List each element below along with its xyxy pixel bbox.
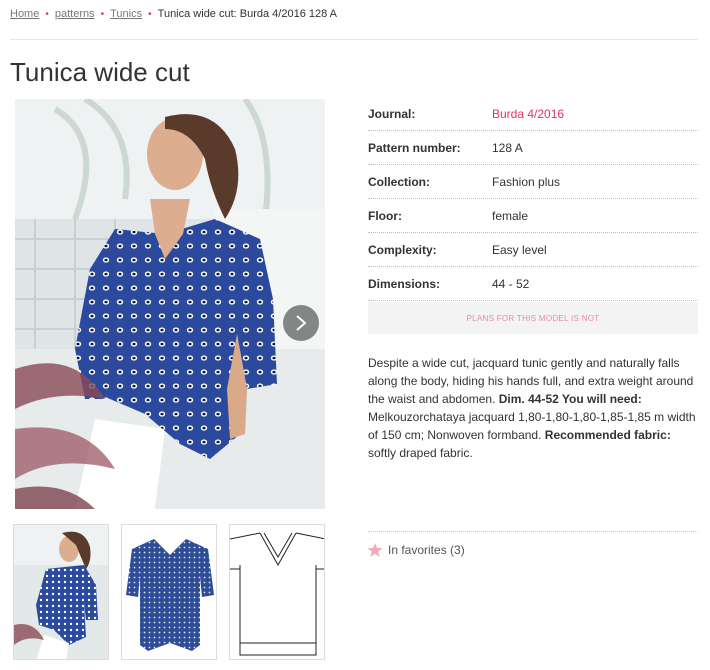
description-fabric-label: Recommended fabric: <box>544 428 671 442</box>
journal-label: Journal: <box>368 106 416 121</box>
floor-label: Floor: <box>368 208 402 223</box>
breadcrumb-separator: • <box>100 9 105 20</box>
floor-value: female <box>492 208 529 223</box>
info-row-collection: Collection: Fashion plus <box>368 165 698 199</box>
thumbnail-garment[interactable] <box>121 524 217 660</box>
main-product-image[interactable] <box>15 99 325 509</box>
thumbnail-model-image <box>14 525 108 659</box>
pattern-number-value: 128 A <box>492 140 523 155</box>
breadcrumb: Home • patterns • Tunics • Tunica wide cut: Bu… <box>10 8 337 20</box>
thumbnail-technical-drawing[interactable] <box>229 524 325 660</box>
thumbnail-drawing-image <box>230 525 324 659</box>
thumbnail-garment-image <box>122 525 216 659</box>
star-icon <box>367 543 383 557</box>
dimensions-value: 44 - 52 <box>492 276 530 291</box>
plans-notice: PLANS FOR THIS MODEL IS NOT <box>368 302 698 334</box>
pattern-number-label: Pattern number: <box>368 140 461 155</box>
next-image-arrow[interactable] <box>283 305 319 341</box>
description-need-label: Dim. 44-52 You will need: <box>498 392 642 406</box>
dimensions-label: Dimensions: <box>368 276 441 291</box>
header-divider <box>10 39 698 40</box>
complexity-label: Complexity: <box>368 242 437 257</box>
info-row-journal: Journal: Burda 4/2016 <box>368 97 698 131</box>
model-photo <box>15 99 325 509</box>
breadcrumb-link-tunics[interactable]: Tunics <box>110 8 142 20</box>
breadcrumb-link-patterns[interactable]: patterns <box>55 8 95 20</box>
collection-label: Collection: <box>368 174 430 189</box>
breadcrumb-separator: • <box>148 9 152 20</box>
favorites-divider <box>368 531 698 532</box>
favorites-label: In favorites (3) <box>388 543 465 557</box>
complexity-value: Easy level <box>492 242 547 257</box>
journal-link[interactable]: Burda 4/2016 <box>492 107 564 121</box>
info-row-complexity: Complexity: Easy level <box>368 233 698 267</box>
description-fabric: softly draped fabric. <box>368 446 473 460</box>
breadcrumb-separator: • <box>45 9 49 20</box>
chevron-right-icon <box>296 315 307 331</box>
collection-value: Fashion plus <box>492 174 561 189</box>
info-row-floor: Floor: female <box>368 199 698 233</box>
pattern-description: Despite a wide cut, jacquard tunic gentl… <box>368 354 700 462</box>
pattern-info-table: Journal: Burda 4/2016 Pattern number: 12… <box>368 97 698 301</box>
breadcrumb-current: Tunica wide cut: Burda 4/2016 128 A <box>157 8 338 20</box>
favorites-button[interactable]: In favorites (3) <box>367 542 465 558</box>
page-title: Tunica wide cut <box>10 57 190 87</box>
breadcrumb-link-home[interactable]: Home <box>10 8 39 20</box>
info-row-pattern-number: Pattern number: 128 A <box>368 131 698 165</box>
thumbnail-model[interactable] <box>13 524 109 660</box>
info-row-dimensions: Dimensions: 44 - 52 <box>368 267 698 301</box>
